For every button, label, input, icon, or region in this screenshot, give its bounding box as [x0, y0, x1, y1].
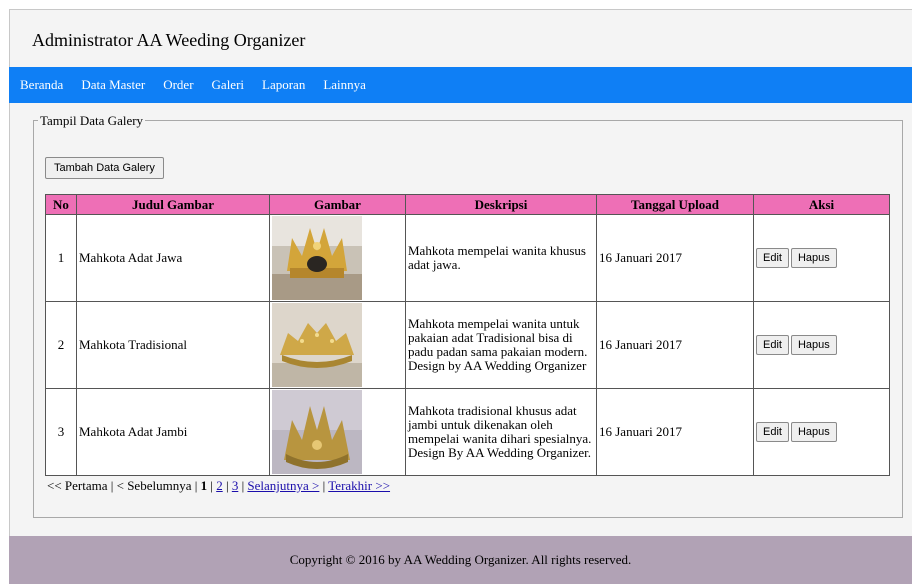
row-title: Mahkota Tradisional [76, 301, 270, 389]
pagination-prev: < Sebelumnya [116, 478, 192, 493]
row-number: 3 [45, 388, 77, 476]
pagination-first: << Pertama [47, 478, 108, 493]
row-actions: Edit Hapus [753, 301, 890, 389]
delete-button[interactable]: Hapus [790, 335, 837, 355]
row-upload-date: 16 Januari 2017 [596, 301, 754, 389]
row-number: 2 [45, 301, 77, 389]
col-header-image: Gambar [269, 194, 406, 215]
table-row: 2 Mahkota Tradisional Mahkota mempelai w… [45, 301, 890, 389]
row-actions: Edit Hapus [753, 214, 890, 302]
row-title: Mahkota Adat Jambi [76, 388, 270, 476]
nav-galeri[interactable]: Galeri [200, 77, 244, 93]
app-title: Administrator AA Weeding Organizer [32, 30, 306, 50]
row-image-cell [269, 301, 406, 389]
row-description: Mahkota mempelai wanita untuk pakaian ad… [405, 301, 597, 389]
gallery-table: No Judul Gambar Gambar Deskripsi Tanggal… [45, 194, 890, 476]
pagination-page-3[interactable]: 3 [232, 478, 239, 493]
pagination-next[interactable]: Selanjutnya > [247, 478, 319, 493]
row-image-cell [269, 388, 406, 476]
row-title: Mahkota Adat Jawa [76, 214, 270, 302]
col-header-actions: Aksi [753, 194, 890, 215]
row-description: Mahkota mempelai wanita khusus adat jawa… [405, 214, 597, 302]
crown-photo [272, 303, 362, 387]
delete-button[interactable]: Hapus [790, 248, 837, 268]
nav-order[interactable]: Order [151, 77, 193, 93]
edit-button[interactable]: Edit [756, 248, 789, 268]
footer: Copyright © 2016 by AA Wedding Organizer… [9, 536, 912, 584]
row-image-cell [269, 214, 406, 302]
crown-photo [272, 216, 362, 300]
table-row: 1 Mahkota Adat Jawa Mahkota mempelai wan… [45, 214, 890, 302]
row-description: Mahkota tradisional khusus adat jambi un… [405, 388, 597, 476]
col-header-title: Judul Gambar [76, 194, 270, 215]
footer-copyright: Copyright © 2016 by AA Wedding Organizer… [289, 552, 632, 567]
row-number: 1 [45, 214, 77, 302]
pagination-page-2[interactable]: 2 [216, 478, 223, 493]
fieldset-legend: Tampil Data Galery [38, 113, 146, 129]
row-actions: Edit Hapus [753, 388, 890, 476]
delete-button[interactable]: Hapus [790, 422, 837, 442]
edit-button[interactable]: Edit [756, 335, 789, 355]
pagination-last[interactable]: Terakhir >> [328, 478, 390, 493]
nav-laporan[interactable]: Laporan [250, 77, 305, 93]
nav-lainnya[interactable]: Lainnya [311, 77, 366, 93]
table-row: 3 Mahkota Adat Jambi Mahkota tradisional… [45, 388, 890, 476]
main-navbar: Beranda Data Master Order Galeri Laporan… [9, 67, 912, 103]
nav-data-master[interactable]: Data Master [69, 77, 145, 93]
row-upload-date: 16 Januari 2017 [596, 214, 754, 302]
table-header-row: No Judul Gambar Gambar Deskripsi Tanggal… [45, 194, 890, 215]
col-header-upload-date: Tanggal Upload [596, 194, 754, 215]
col-header-description: Deskripsi [405, 194, 597, 215]
crown-photo [272, 390, 362, 474]
edit-button[interactable]: Edit [756, 422, 789, 442]
pagination-current-page: 1 [200, 478, 208, 493]
col-header-no: No [45, 194, 77, 215]
add-gallery-button[interactable]: Tambah Data Galery [45, 157, 164, 179]
pagination: << Pertama | < Sebelumnya | 1 | 2 | 3 | … [47, 478, 391, 493]
nav-beranda[interactable]: Beranda [9, 77, 63, 93]
row-upload-date: 16 Januari 2017 [596, 388, 754, 476]
